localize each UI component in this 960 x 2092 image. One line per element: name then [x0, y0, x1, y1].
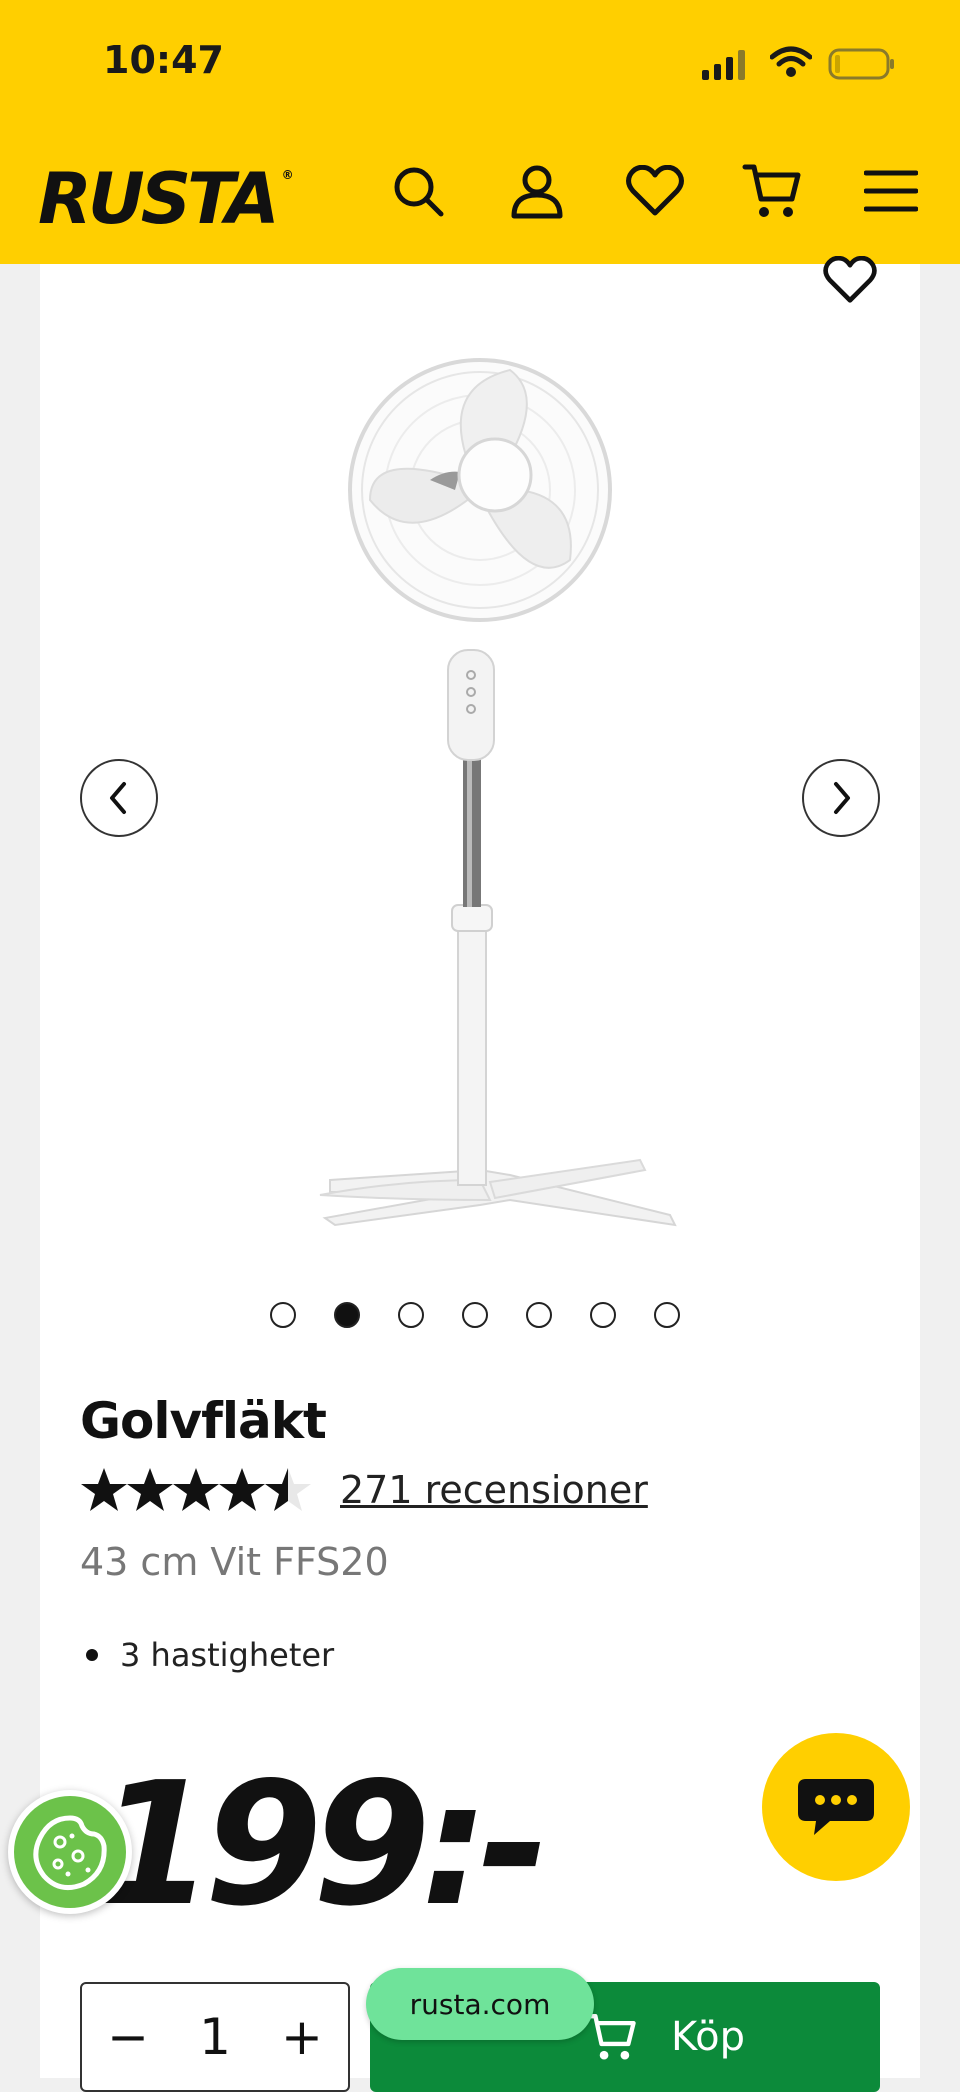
feature-list-item: 3 hastigheter	[80, 1636, 334, 1674]
product-image-floor-fan[interactable]	[280, 330, 700, 1280]
chevron-right-icon	[834, 782, 850, 814]
gallery-dot[interactable]	[462, 1302, 488, 1328]
product-price: 199:-	[96, 1746, 549, 1944]
cookie-icon	[33, 1815, 107, 1891]
add-to-favorites-button[interactable]	[815, 250, 885, 310]
chat-button[interactable]	[762, 1733, 910, 1881]
bullet	[86, 1649, 98, 1661]
quantity-value[interactable]: 1	[199, 2008, 231, 2066]
logo-text: RUSTA	[38, 158, 280, 240]
cart-icon	[585, 2014, 636, 2060]
gallery-pagination	[270, 1302, 680, 1328]
rating-stars-icon	[81, 1468, 311, 1511]
menu-icon[interactable]	[856, 156, 926, 226]
gallery-dot-active[interactable]	[334, 1302, 360, 1328]
buy-button-label: Köp	[670, 2014, 746, 2060]
gallery-prev-button[interactable]	[80, 759, 158, 837]
gallery-dot[interactable]	[398, 1302, 424, 1328]
wishlist-heart-icon[interactable]	[620, 156, 690, 226]
gallery-dot[interactable]	[270, 1302, 296, 1328]
rusta-logo[interactable]: RUSTA ®	[38, 158, 294, 240]
status-bar: 10:47	[0, 0, 960, 128]
product-subtitle: 43 cm Vit FFS20	[80, 1540, 389, 1584]
gallery-dot[interactable]	[654, 1302, 680, 1328]
wifi-icon	[770, 46, 812, 77]
gallery-dot[interactable]	[590, 1302, 616, 1328]
gallery-next-button[interactable]	[802, 759, 880, 837]
increase-quantity-button[interactable]: +	[281, 2008, 323, 2066]
reviews-link[interactable]: 271 recensioner	[340, 1468, 648, 1512]
browser-url-pill[interactable]: rusta.com	[366, 1968, 594, 2040]
heart-icon	[823, 256, 877, 303]
cart-icon[interactable]	[737, 156, 807, 226]
quantity-stepper: − 1 +	[80, 1982, 350, 2092]
chevron-left-icon	[110, 782, 126, 814]
site-header: RUSTA ®	[0, 128, 960, 264]
status-time: 10:47	[103, 38, 224, 82]
search-icon[interactable]	[383, 156, 453, 226]
gallery-dot[interactable]	[526, 1302, 552, 1328]
decrease-quantity-button[interactable]: −	[107, 2008, 149, 2066]
product-rating: 271 recensioner	[80, 1466, 648, 1514]
account-icon[interactable]	[502, 156, 572, 226]
product-title: Golvfläkt	[80, 1392, 327, 1450]
cookie-settings-button[interactable]	[8, 1790, 132, 1914]
feature-text: 3 hastigheter	[120, 1636, 335, 1674]
chat-bubble-icon	[798, 1779, 874, 1835]
logo-registered-mark: ®	[281, 168, 294, 182]
signal-icon	[702, 50, 745, 80]
battery-icon	[828, 48, 894, 80]
